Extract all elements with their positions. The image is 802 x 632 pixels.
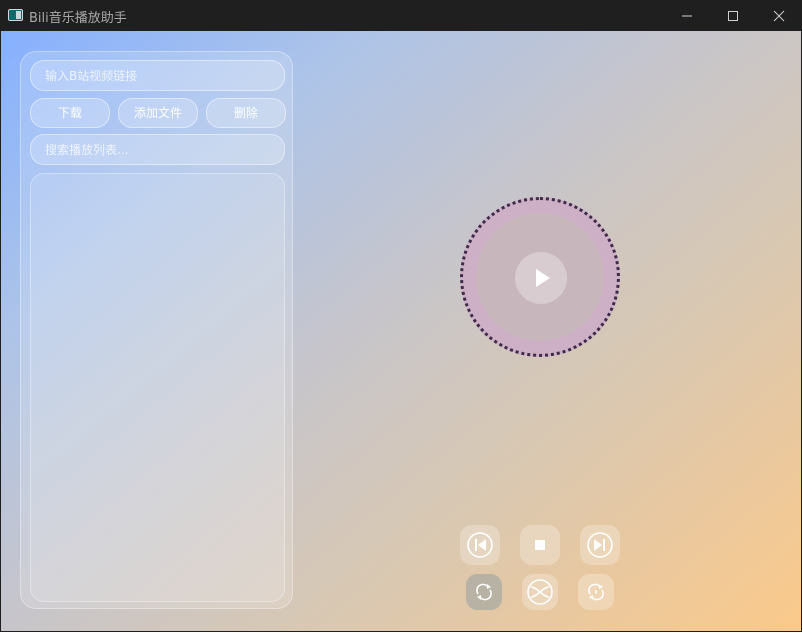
album-disc xyxy=(460,197,620,357)
minimize-button[interactable] xyxy=(664,0,710,31)
shuffle-button[interactable] xyxy=(522,574,558,610)
play-button[interactable] xyxy=(515,252,567,304)
minimize-icon xyxy=(682,15,692,16)
repeat-all-button[interactable] xyxy=(466,574,502,610)
playlist-search-input[interactable] xyxy=(30,134,285,165)
previous-icon xyxy=(467,532,493,558)
repeat-one-button[interactable] xyxy=(578,574,614,610)
next-icon xyxy=(587,532,613,558)
play-icon xyxy=(536,269,550,287)
shuffle-icon xyxy=(527,579,553,605)
close-icon xyxy=(773,10,785,21)
add-file-button[interactable]: 添加文件 xyxy=(118,98,198,128)
stop-icon xyxy=(535,540,545,550)
app-icon xyxy=(8,9,23,21)
main-content: 下载 添加文件 删除 xyxy=(1,31,801,631)
repeat-one-icon xyxy=(588,583,604,601)
close-button[interactable] xyxy=(756,0,802,31)
sidebar-panel: 下载 添加文件 删除 xyxy=(20,51,293,609)
next-button[interactable] xyxy=(580,525,620,565)
disc-center xyxy=(476,213,604,341)
video-url-input[interactable] xyxy=(30,60,285,91)
repeat-all-icon xyxy=(476,583,492,601)
playlist[interactable] xyxy=(30,173,285,602)
title-bar[interactable]: Bili音乐播放助手 xyxy=(0,0,802,31)
maximize-icon xyxy=(728,10,738,21)
delete-button[interactable]: 删除 xyxy=(206,98,286,128)
maximize-button[interactable] xyxy=(710,0,756,31)
app-window: Bili音乐播放助手 下载 添加文件 删除 xyxy=(0,0,802,632)
previous-button[interactable] xyxy=(460,525,500,565)
stop-button[interactable] xyxy=(520,525,560,565)
download-button[interactable]: 下载 xyxy=(30,98,110,128)
window-title: Bili音乐播放助手 xyxy=(29,11,127,26)
